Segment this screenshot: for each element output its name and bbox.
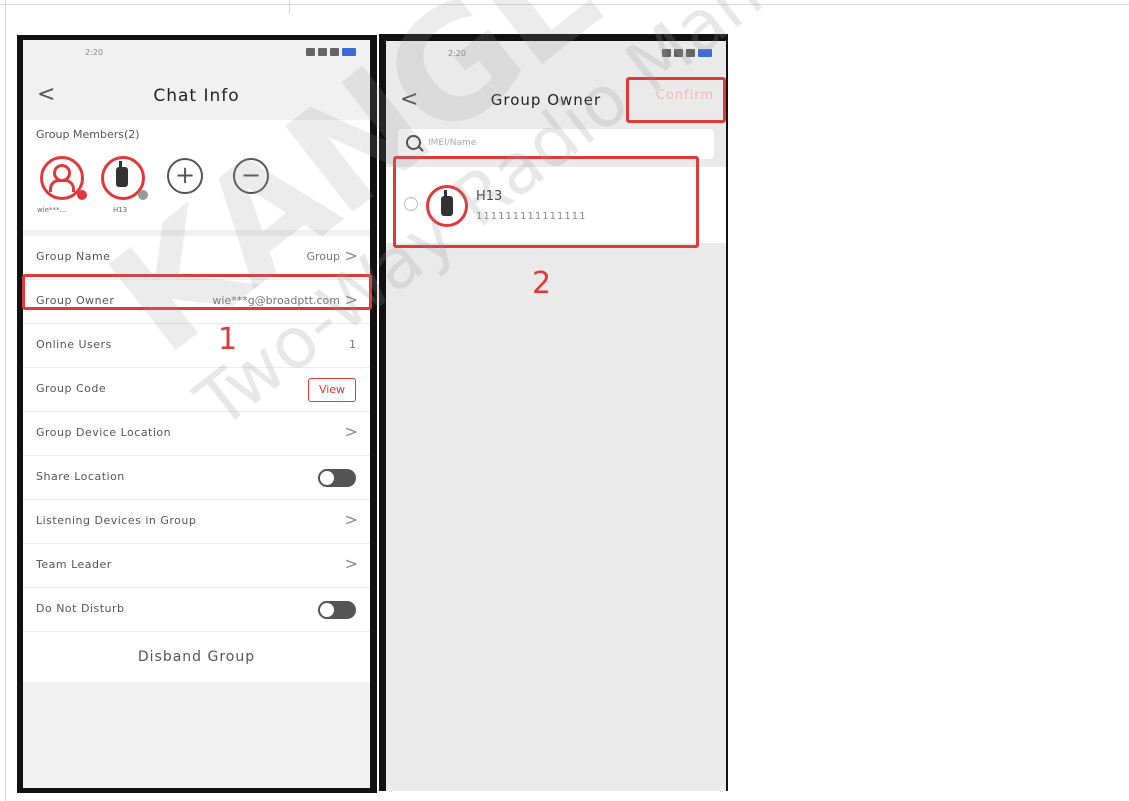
search-box[interactable]: IMEI/Name <box>398 129 714 159</box>
radio-device-icon <box>116 167 128 187</box>
signal-icon <box>662 49 671 57</box>
status-icons <box>662 49 712 57</box>
step-number: 2 <box>532 266 552 301</box>
row-do-not-disturb: Do Not Disturb <box>23 588 370 632</box>
row-label: Do Not Disturb <box>36 602 125 615</box>
members-section: Group Members(2) wie***... H13 + − <box>23 120 370 230</box>
disband-group-button[interactable]: Disband Group <box>23 632 370 682</box>
phone-group-owner: 2:20 < Group Owner Confirm IMEI/Name H13 <box>379 34 728 791</box>
page-title: Chat Info <box>153 86 240 106</box>
wifi-icon <box>330 48 339 56</box>
row-share-location: Share Location <box>23 456 370 500</box>
row-value: 1 <box>349 338 356 351</box>
phone-chat-info: 2:20 < Chat Info Group Members(2) wie***… <box>17 35 377 793</box>
row-team-leader[interactable]: Team Leader > <box>23 544 370 588</box>
row-label: Group Code <box>36 382 107 395</box>
status-time: 2:20 <box>448 49 466 58</box>
online-dot <box>77 190 87 200</box>
step-number: 1 <box>218 322 238 357</box>
status-bar: 2:20 <box>386 49 726 63</box>
status-time: 2:20 <box>85 48 103 57</box>
row-label: Listening Devices in Group <box>36 514 197 527</box>
row-label: Share Location <box>36 470 125 483</box>
user-body-shape <box>49 179 75 192</box>
member-avatar-radio[interactable] <box>101 156 148 200</box>
nav-bar: < Chat Info <box>23 74 370 114</box>
row-label: Group Device Location <box>36 426 172 439</box>
wifi-icon <box>686 49 695 57</box>
battery-icon <box>698 49 712 57</box>
highlight-group-owner <box>22 274 372 310</box>
status-bar: 2:20 <box>23 48 370 62</box>
row-online-users: Online Users 1 <box>23 324 370 368</box>
view-code-button[interactable]: View <box>308 378 356 402</box>
add-member-button[interactable]: + <box>167 158 203 194</box>
toggle-knob <box>320 471 334 485</box>
table-divider <box>289 0 290 14</box>
toggle-knob <box>320 603 334 617</box>
search-input[interactable]: IMEI/Name <box>428 138 476 148</box>
remove-member-button[interactable]: − <box>233 158 269 194</box>
member-avatar-user[interactable] <box>40 156 87 200</box>
group-owner-screen: 2:20 < Group Owner Confirm IMEI/Name H13 <box>386 41 726 791</box>
chevron-right-icon: > <box>344 422 358 441</box>
do-not-disturb-toggle[interactable] <box>318 601 356 619</box>
highlight-owner-item <box>393 156 699 248</box>
row-label: Group Name <box>36 250 111 263</box>
share-location-toggle[interactable] <box>318 469 356 487</box>
row-group-code: Group Code View <box>23 368 370 412</box>
status-icons <box>306 48 356 56</box>
member-name: wie***... <box>37 206 67 214</box>
row-value: Group <box>306 250 341 263</box>
offline-dot <box>138 190 148 200</box>
row-listening-devices[interactable]: Listening Devices in Group > <box>23 500 370 544</box>
row-label: Team Leader <box>36 558 112 571</box>
chat-info-screen: 2:20 < Chat Info Group Members(2) wie***… <box>23 40 370 788</box>
highlight-confirm <box>626 77 726 123</box>
member-name: H13 <box>113 206 128 214</box>
row-label: Online Users <box>36 338 112 351</box>
signal-icon <box>674 49 683 57</box>
signal-icon <box>306 48 315 56</box>
table-border-top <box>0 0 1129 5</box>
members-label: Group Members(2) <box>36 128 140 141</box>
signal-icon <box>318 48 327 56</box>
search-icon <box>406 135 421 150</box>
chevron-right-icon: > <box>344 510 358 529</box>
battery-icon <box>342 48 356 56</box>
table-border-left <box>5 0 6 801</box>
row-group-device-location[interactable]: Group Device Location > <box>23 412 370 456</box>
chevron-right-icon: > <box>344 554 358 573</box>
chevron-right-icon: > <box>344 246 358 265</box>
